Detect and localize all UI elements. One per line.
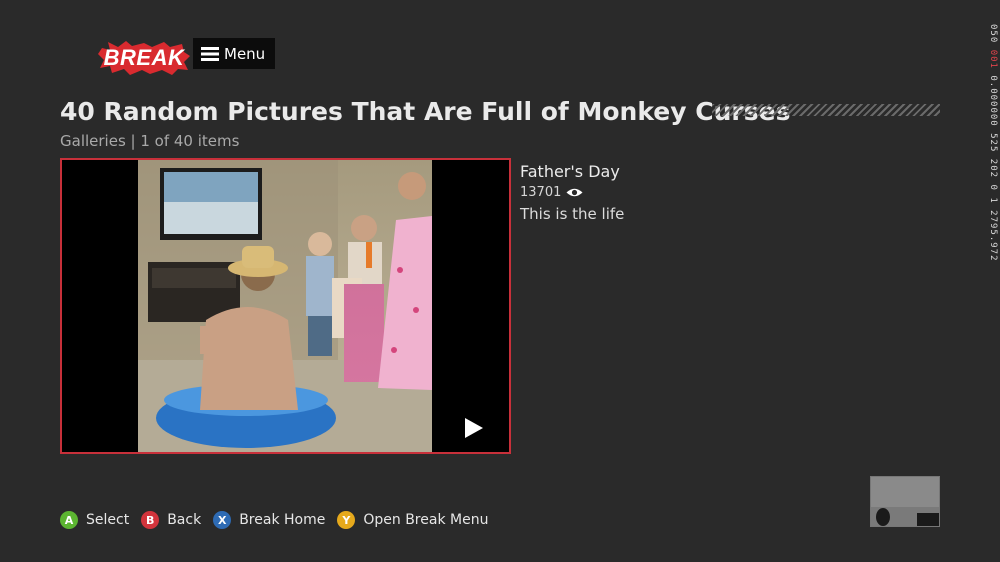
camera-feed [871, 477, 939, 526]
x-button-icon: X [213, 511, 232, 529]
play-icon[interactable] [465, 418, 483, 438]
hint-open-menu[interactable]: Y Open Break Menu [337, 511, 488, 529]
hint-break-home[interactable]: X Break Home [213, 511, 325, 529]
hint-back[interactable]: B Back [141, 511, 201, 529]
hint-select[interactable]: A Select [60, 511, 129, 529]
hamburger-icon [201, 46, 219, 61]
b-button-icon: B [141, 511, 160, 529]
item-title: Father's Day [520, 162, 620, 181]
gallery-media-tile[interactable] [60, 158, 511, 454]
a-button-icon: A [60, 511, 78, 529]
y-button-icon: Y [337, 511, 356, 529]
controller-hints: A Select B Back X Break Home Y Open Brea… [60, 511, 500, 529]
page-title: 40 Random Pictures That Are Full of Monk… [60, 97, 791, 126]
debug-readout: 050 001 0.000000 525 202 0 1 2795.972 [988, 24, 998, 262]
eye-icon [566, 188, 583, 197]
item-description: This is the life [520, 205, 625, 223]
gallery-photo [138, 160, 432, 452]
menu-button[interactable]: Menu [193, 38, 275, 69]
logo-text: BREAK [103, 45, 185, 70]
break-logo[interactable]: BREAK [98, 40, 190, 76]
menu-label: Menu [224, 44, 266, 63]
hint-label: Open Break Menu [363, 512, 489, 528]
hint-label: Break Home [239, 512, 326, 528]
hint-label: Back [167, 512, 202, 528]
hint-label: Select [86, 512, 130, 528]
page-subtitle: Galleries | 1 of 40 items [60, 132, 240, 150]
title-hatch-decoration [712, 104, 940, 116]
kinect-camera-preview [870, 476, 940, 527]
view-count: 13701 [520, 185, 562, 200]
item-views: 13701 [520, 185, 583, 200]
